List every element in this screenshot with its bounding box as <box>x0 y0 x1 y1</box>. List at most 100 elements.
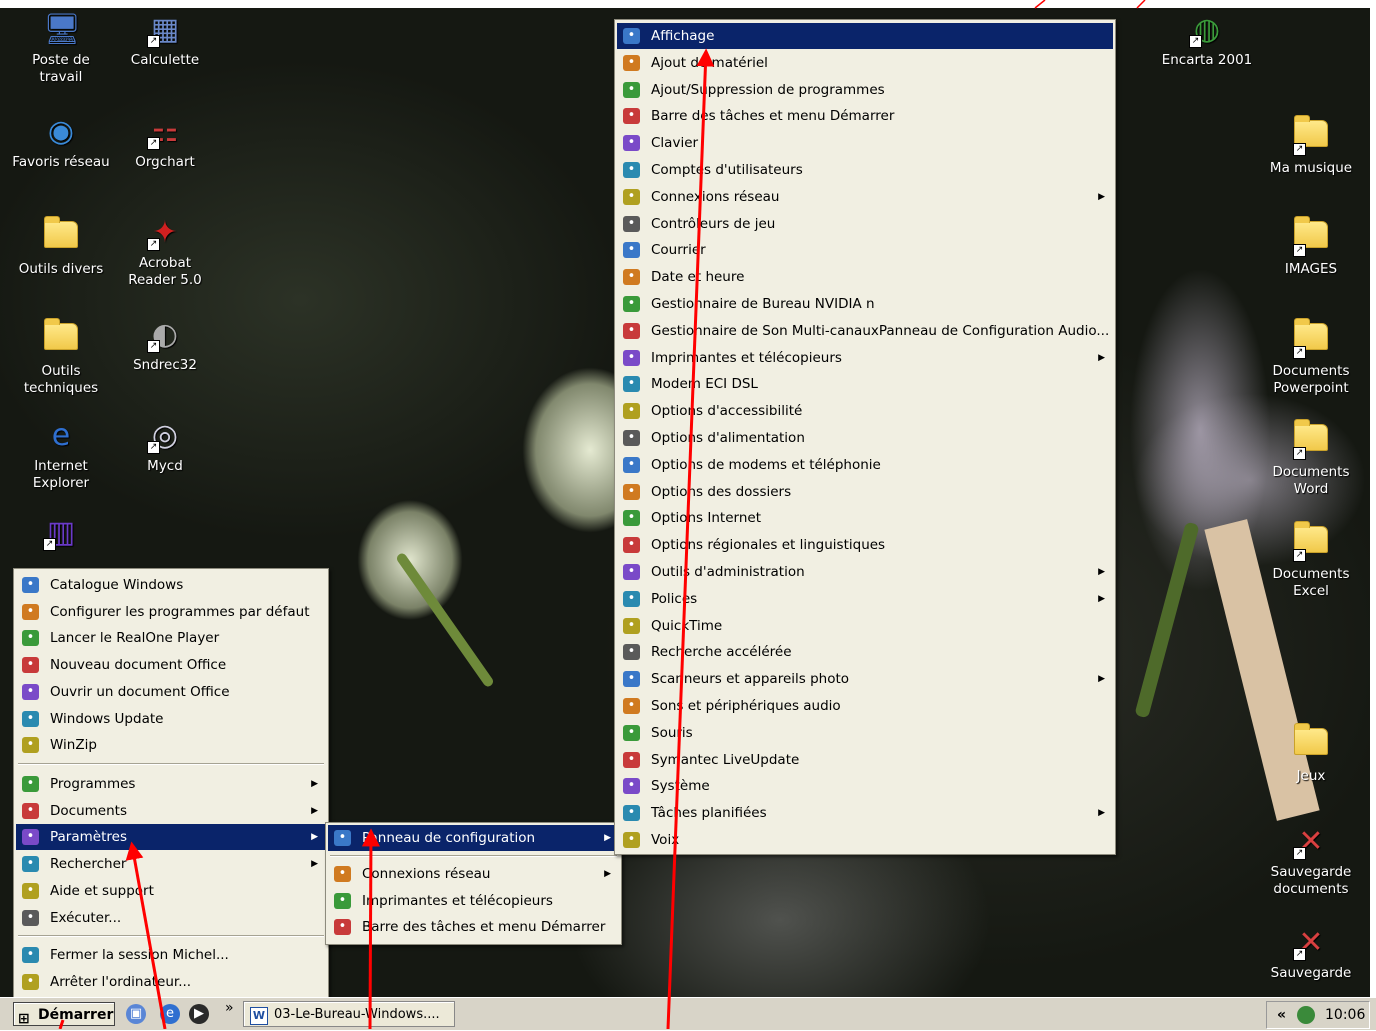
start-button[interactable]: ⊞ Démarrer <box>13 1002 115 1027</box>
desktop-icon-favoris-r-seau[interactable]: ◉ Favoris réseau <box>11 114 111 171</box>
menu-item-lancer-le-realone-player[interactable]: • Lancer le RealOne Player <box>16 625 326 651</box>
shortcut-arrow-icon: ↗ <box>1293 447 1306 460</box>
menu-item-options-d-accessibilite[interactable]: • Options d'accessibilité <box>617 398 1113 424</box>
desktop-icon-sauvegarde[interactable]: ✕ ↗ Sauvegarde <box>1261 925 1361 982</box>
menu-item-programmes[interactable]: • Programmes ▶ <box>16 771 326 797</box>
shortcut-arrow-icon: ↗ <box>1293 346 1306 359</box>
desktop-icon-calculette[interactable]: ▦ ↗ Calculette <box>115 12 215 69</box>
defaults-icon: • <box>22 603 39 620</box>
menu-item-modem-eci-dsl[interactable]: • Modem ECI DSL <box>617 371 1113 397</box>
orchid-stem <box>395 551 495 689</box>
folder-icon <box>43 318 79 359</box>
desktop-icon-orgchart[interactable]: ⚏ ↗ Orgchart <box>115 114 215 171</box>
quick-launch-chevron[interactable]: » <box>225 1000 234 1016</box>
menu-item-options-d-alimentation[interactable]: • Options d'alimentation <box>617 425 1113 451</box>
orchid-stem <box>1134 521 1200 719</box>
run-icon: • <box>22 909 39 926</box>
menu-item-ouvrir-un-document-office[interactable]: • Ouvrir un document Office <box>16 679 326 705</box>
menu-item-ajout-suppression-de-programmes[interactable]: • Ajout/Suppression de programmes <box>617 77 1113 103</box>
menu-item-barre-des-taches-et-menu-demarrer[interactable]: • Barre des tâches et menu Démarrer <box>617 103 1113 129</box>
menu-item-souris[interactable]: • Souris <box>617 720 1113 746</box>
menu-item-imprimantes-et-telecopieurs[interactable]: • Imprimantes et télécopieurs <box>328 888 619 914</box>
menu-item-quicktime[interactable]: • QuickTime <box>617 613 1113 639</box>
taskbar-item-word-document[interactable]: W 03-Le-Bureau-Windows.... <box>243 1001 455 1027</box>
menu-item-gestionnaire-de-son-multi-canauxpanneau-de-configuration-audio[interactable]: • Gestionnaire de Son Multi-canauxPanneau… <box>617 318 1113 344</box>
menu-item-nouveau-document-office[interactable]: • Nouveau document Office <box>16 652 326 678</box>
desktop-icon-encarta-2001[interactable]: ◍ ↗ Encarta 2001 <box>1157 12 1257 69</box>
menu-item-label: Fermer la session Michel... <box>50 947 229 963</box>
menu-item-barre-des-taches-et-menu-demarrer[interactable]: • Barre des tâches et menu Démarrer <box>328 914 619 940</box>
desktop-icon-internet-explorer[interactable]: e Internet Explorer <box>11 418 111 492</box>
menu-item-date-et-heure[interactable]: • Date et heure <box>617 264 1113 290</box>
menu-item-winzip[interactable]: • WinZip <box>16 732 326 758</box>
menu-item-scanneurs-et-appareils-photo[interactable]: • Scanneurs et appareils photo ▶ <box>617 666 1113 692</box>
desktop-icon-documents-powerpoint[interactable]: ↗ Documents Powerpoint <box>1261 317 1361 397</box>
desktop-icon-mycd[interactable]: ◎ ↗ Mycd <box>115 418 215 475</box>
taskbar-icon: • <box>623 108 640 125</box>
desktop-icon-ma-musique[interactable]: ↗ Ma musique <box>1261 114 1361 177</box>
menu-item-affichage[interactable]: • Affichage <box>617 23 1113 49</box>
desktop-icon-documents-word[interactable]: ↗ Documents Word <box>1261 418 1361 498</box>
menu-item-aide-et-support[interactable]: • Aide et support <box>16 878 326 904</box>
desktop-icon-outils-techniques[interactable]: Outils techniques <box>11 317 111 397</box>
menu-item-label: Barre des tâches et menu Démarrer <box>651 108 895 125</box>
menu-item-systeme[interactable]: • Système <box>617 773 1113 799</box>
desktop-icon-acrobat-reader-5-0[interactable]: ✦ ↗ Acrobat Reader 5.0 <box>115 215 215 289</box>
control-panel-icon: • <box>334 830 351 846</box>
desktop-icon-documents-excel[interactable]: ↗ Documents Excel <box>1261 520 1361 600</box>
submenu-arrow-icon: ▶ <box>1098 808 1105 819</box>
menu-item-arreter-l-ordinateur[interactable]: • Arrêter l'ordinateur... <box>16 969 326 995</box>
desktop-icon-outils-divers[interactable]: Outils divers <box>11 215 111 278</box>
menu-item-clavier[interactable]: • Clavier <box>617 130 1113 156</box>
menu-item-catalogue-windows[interactable]: • Catalogue Windows <box>16 572 326 598</box>
shortcut-arrow-icon: ↗ <box>1293 549 1306 562</box>
menu-item-parametres[interactable]: • Paramètres ▶ <box>16 824 326 851</box>
show-desktop-icon[interactable]: ▣ <box>126 1004 146 1024</box>
network-users-icon[interactable] <box>1297 1006 1315 1024</box>
menu-item-panneau-de-configuration[interactable]: • Panneau de configuration ▶ <box>328 825 619 851</box>
menu-separator <box>18 763 324 765</box>
menu-item-sons-et-peripheriques-audio[interactable]: • Sons et périphériques audio <box>617 693 1113 719</box>
taskbar-item-label: 03-Le-Bureau-Windows.... <box>274 1007 440 1022</box>
desktop-icon-poste-de-travail[interactable]: 🖥 Poste de travail <box>11 12 111 86</box>
menu-item-configurer-les-programmes-par-defaut[interactable]: • Configurer les programmes par défaut <box>16 599 326 625</box>
menu-item-fermer-la-session-michel[interactable]: • Fermer la session Michel... <box>16 942 326 968</box>
menu-item-options-regionales-et-linguistiques[interactable]: • Options régionales et linguistiques <box>617 532 1113 558</box>
submenu-arrow-icon: ▶ <box>1098 593 1105 604</box>
shortcut-arrow-icon: ↗ <box>147 340 160 353</box>
desktop-icon-images[interactable]: ↗ IMAGES <box>1261 215 1361 278</box>
menu-item-rechercher[interactable]: • Rechercher ▶ <box>16 851 326 877</box>
menu-item-symantec-liveupdate[interactable]: • Symantec LiveUpdate <box>617 747 1113 773</box>
backup-icon: ✕ ↗ <box>1293 824 1329 860</box>
menu-item-taches-planifiees[interactable]: • Tâches planifiées ▶ <box>617 800 1113 826</box>
mail-icon: • <box>623 242 640 259</box>
menu-item-options-des-dossiers[interactable]: • Options des dossiers <box>617 479 1113 505</box>
menu-item-connexions-reseau[interactable]: • Connexions réseau ▶ <box>328 861 619 887</box>
menu-item-connexions-reseau[interactable]: • Connexions réseau ▶ <box>617 184 1113 210</box>
menu-item-recherche-acceleree[interactable]: • Recherche accélérée <box>617 639 1113 665</box>
menu-item-controleurs-de-jeu[interactable]: • Contrôleurs de jeu <box>617 211 1113 237</box>
search-icon: • <box>22 856 39 873</box>
menu-item-options-internet[interactable]: • Options Internet <box>617 505 1113 531</box>
menu-item-gestionnaire-de-bureau-nvidia-n[interactable]: • Gestionnaire de Bureau NVIDIA n <box>617 291 1113 317</box>
menu-item-voix[interactable]: • Voix <box>617 827 1113 853</box>
menu-item-courrier[interactable]: • Courrier <box>617 237 1113 263</box>
menu-item-ajout-de-materiel[interactable]: • Ajout de matériel <box>617 50 1113 76</box>
desktop-icon-sauvegarde-documents[interactable]: ✕ ↗ Sauvegarde documents <box>1261 824 1361 898</box>
menu-item-outils-d-administration[interactable]: • Outils d'administration ▶ <box>617 559 1113 585</box>
media-player-icon[interactable]: ▶ <box>189 1004 209 1024</box>
menu-item-polices[interactable]: • Polices ▶ <box>617 586 1113 612</box>
desktop-icon-unlabeled[interactable]: ▥ ↗ <box>11 515 111 555</box>
menu-item-imprimantes-et-telecopieurs[interactable]: • Imprimantes et télécopieurs ▶ <box>617 345 1113 371</box>
desktop-icon-label: Acrobat Reader 5.0 <box>128 255 202 288</box>
menu-item-options-de-modems-et-telephonie[interactable]: • Options de modems et téléphonie <box>617 452 1113 478</box>
desktop-icon-sndrec32[interactable]: ◐ ↗ Sndrec32 <box>115 317 215 374</box>
desktop-icon-jeux[interactable]: Jeux <box>1261 722 1361 785</box>
menu-item-documents[interactable]: • Documents ▶ <box>16 798 326 824</box>
menu-item-comptes-d-utilisateurs[interactable]: • Comptes d'utilisateurs <box>617 157 1113 183</box>
ie-icon[interactable]: e <box>160 1004 180 1024</box>
tray-chevron[interactable]: « <box>1277 1002 1286 1028</box>
menu-item-windows-update[interactable]: • Windows Update <box>16 706 326 732</box>
menu-item-executer[interactable]: • Exécuter... <box>16 905 326 931</box>
menu-item-label: Ouvrir un document Office <box>50 683 230 700</box>
